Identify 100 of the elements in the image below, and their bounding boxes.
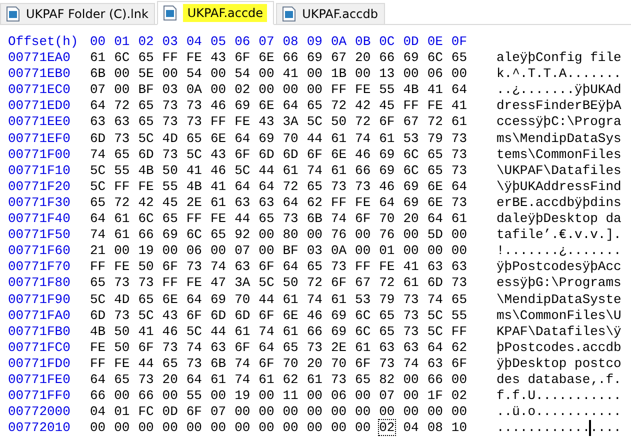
byte-cell[interactable]: 06 — [186, 243, 202, 258]
byte-cell[interactable]: 74 — [186, 340, 202, 355]
byte-cell[interactable]: 61 — [282, 324, 298, 339]
byte-cell[interactable]: 61 — [114, 227, 130, 242]
byte-cell[interactable]: 63 — [379, 340, 395, 355]
byte-cell[interactable]: 70 — [330, 356, 347, 371]
byte-cell[interactable]: 55 — [451, 308, 468, 323]
byte-cell[interactable]: 5C — [258, 275, 274, 290]
byte-cell[interactable]: 00 — [282, 82, 298, 98]
byte-cell[interactable]: 00 — [403, 388, 419, 404]
byte-cell[interactable]: 6D — [138, 146, 154, 162]
byte-cell[interactable]: 6F — [258, 356, 274, 371]
byte-cell[interactable]: 6E — [427, 194, 443, 210]
byte-cell[interactable]: 00 — [403, 66, 419, 82]
byte-cell[interactable]: 79 — [379, 292, 395, 306]
byte-cell[interactable]: 6D — [427, 275, 443, 290]
byte-cell[interactable]: 00 — [403, 243, 419, 258]
byte-cell[interactable]: 66 — [379, 50, 395, 66]
byte-cell[interactable]: 6C — [138, 211, 154, 226]
byte-cell[interactable]: 5C — [306, 114, 322, 130]
byte-cell[interactable]: 3A — [282, 114, 298, 130]
byte-cell[interactable]: 4B — [403, 82, 419, 98]
byte-cell[interactable]: 69 — [403, 194, 419, 210]
byte-cell[interactable]: 66 — [427, 372, 443, 387]
byte-cell[interactable]: 20 — [355, 50, 371, 66]
byte-cell[interactable]: 50 — [114, 340, 130, 355]
byte-cell[interactable]: 66 — [306, 324, 322, 339]
byte-cell[interactable]: 65 — [162, 356, 178, 371]
byte-cell[interactable]: 08 — [427, 420, 443, 436]
byte-cell[interactable]: 63 — [427, 356, 443, 371]
byte-cell[interactable]: FF — [90, 259, 106, 274]
byte-cell[interactable]: 50 — [330, 114, 347, 130]
byte-cell[interactable]: 61 — [90, 50, 106, 66]
byte-cell[interactable]: 64 — [90, 211, 106, 226]
byte-cell[interactable]: 64 — [451, 178, 468, 194]
byte-cell[interactable]: 54 — [186, 66, 202, 82]
byte-cell[interactable]: FE — [186, 275, 202, 290]
byte-cell[interactable]: 6E — [258, 98, 274, 114]
byte-cell[interactable]: 00 — [355, 388, 371, 404]
byte-cell[interactable]: 6C — [186, 227, 202, 242]
byte-cell[interactable]: 00 — [379, 404, 395, 420]
byte-cell[interactable]: 00 — [258, 388, 274, 404]
byte-cell[interactable]: 92 — [234, 227, 250, 242]
byte-cell[interactable]: 6F — [355, 211, 371, 226]
byte-cell[interactable]: 74 — [210, 259, 226, 274]
byte-cell[interactable]: 66 — [90, 388, 106, 404]
byte-cell[interactable]: 41 — [451, 98, 468, 114]
byte-cell[interactable]: 69 — [379, 162, 395, 178]
byte-cell[interactable]: 61 — [330, 130, 347, 146]
file-tab[interactable]: UKPAF.accdb — [276, 3, 385, 24]
byte-cell[interactable]: 66 — [355, 162, 371, 178]
byte-cell[interactable]: 00 — [162, 66, 178, 82]
byte-cell[interactable]: 73 — [114, 130, 130, 146]
byte-cell[interactable]: 73 — [451, 130, 468, 146]
byte-cell[interactable]: FE — [114, 259, 130, 274]
byte-cell[interactable]: 6F — [138, 340, 154, 355]
byte-cell[interactable]: 64 — [451, 82, 468, 98]
byte-cell[interactable]: 62 — [282, 372, 298, 387]
byte-cell[interactable]: 65 — [210, 227, 226, 242]
byte-cell[interactable]: 41 — [138, 324, 154, 339]
byte-cell[interactable]: 61 — [451, 211, 468, 226]
byte-cell[interactable]: 3A — [234, 275, 250, 290]
byte-cell[interactable]: 73 — [162, 98, 178, 114]
byte-cell[interactable]: 65 — [138, 114, 154, 130]
byte-cell[interactable]: 00 — [114, 66, 130, 82]
byte-cell[interactable]: 04 — [90, 404, 106, 420]
byte-cell[interactable]: 73 — [282, 211, 298, 226]
byte-cell[interactable]: 46 — [210, 98, 226, 114]
file-tab[interactable]: UKPAF.accde — [157, 1, 274, 25]
byte-cell[interactable]: 61 — [403, 275, 419, 290]
byte-cell[interactable]: 00 — [210, 388, 226, 404]
byte-cell[interactable]: 74 — [306, 162, 322, 178]
byte-cell[interactable]: 19 — [138, 243, 154, 258]
byte-cell[interactable]: 73 — [403, 308, 419, 323]
byte-cell[interactable]: 00 — [355, 420, 371, 436]
byte-cell[interactable]: 00 — [306, 227, 322, 242]
byte-cell[interactable]: 53 — [403, 130, 419, 146]
byte-cell[interactable]: 65 — [355, 372, 371, 387]
byte-cell[interactable]: 73 — [162, 340, 178, 355]
byte-cell[interactable]: 65 — [379, 324, 395, 339]
byte-cell[interactable]: 73 — [330, 372, 347, 387]
byte-cell[interactable]: 6E — [330, 146, 347, 162]
byte-cell[interactable]: 69 — [330, 308, 347, 323]
byte-cell[interactable]: 0D — [162, 404, 178, 420]
byte-cell[interactable]: FF — [330, 82, 347, 98]
byte-cell[interactable]: 5C — [427, 308, 443, 323]
byte-cell[interactable]: 76 — [379, 227, 395, 242]
byte-cell[interactable]: 63 — [234, 259, 250, 274]
byte-cell[interactable]: 65 — [451, 292, 468, 306]
byte-cell[interactable]: 43 — [210, 146, 226, 162]
byte-cell[interactable]: 72 — [282, 178, 298, 194]
byte-cell[interactable]: 6E — [282, 308, 298, 323]
byte-cell[interactable]: FF — [330, 194, 347, 210]
byte-cell[interactable]: FF — [162, 275, 178, 290]
byte-cell[interactable]: 50 — [282, 275, 298, 290]
byte-cell[interactable]: 69 — [258, 130, 274, 146]
byte-cell[interactable]: 5C — [138, 308, 154, 323]
byte-cell[interactable]: 2E — [186, 194, 202, 210]
byte-cell[interactable]: 47 — [210, 275, 226, 290]
byte-cell[interactable]: 07 — [210, 404, 226, 420]
